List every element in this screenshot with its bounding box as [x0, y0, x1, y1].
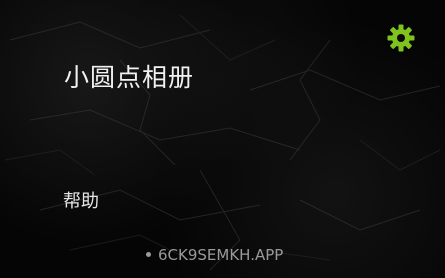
dot-icon: [146, 252, 151, 257]
footer-domain: 6CK9SEMKH.APP: [146, 246, 283, 264]
help-link[interactable]: 帮助: [63, 187, 99, 213]
gear-icon: [387, 24, 415, 52]
settings-button[interactable]: [386, 23, 416, 53]
app-screen: 小圆点相册 帮助 6CK9SEMKH.APP: [0, 0, 445, 278]
background-texture: [4, 14, 441, 271]
footer-domain-text: 6CK9SEMKH.APP: [158, 246, 284, 264]
app-title: 小圆点相册: [64, 63, 195, 92]
